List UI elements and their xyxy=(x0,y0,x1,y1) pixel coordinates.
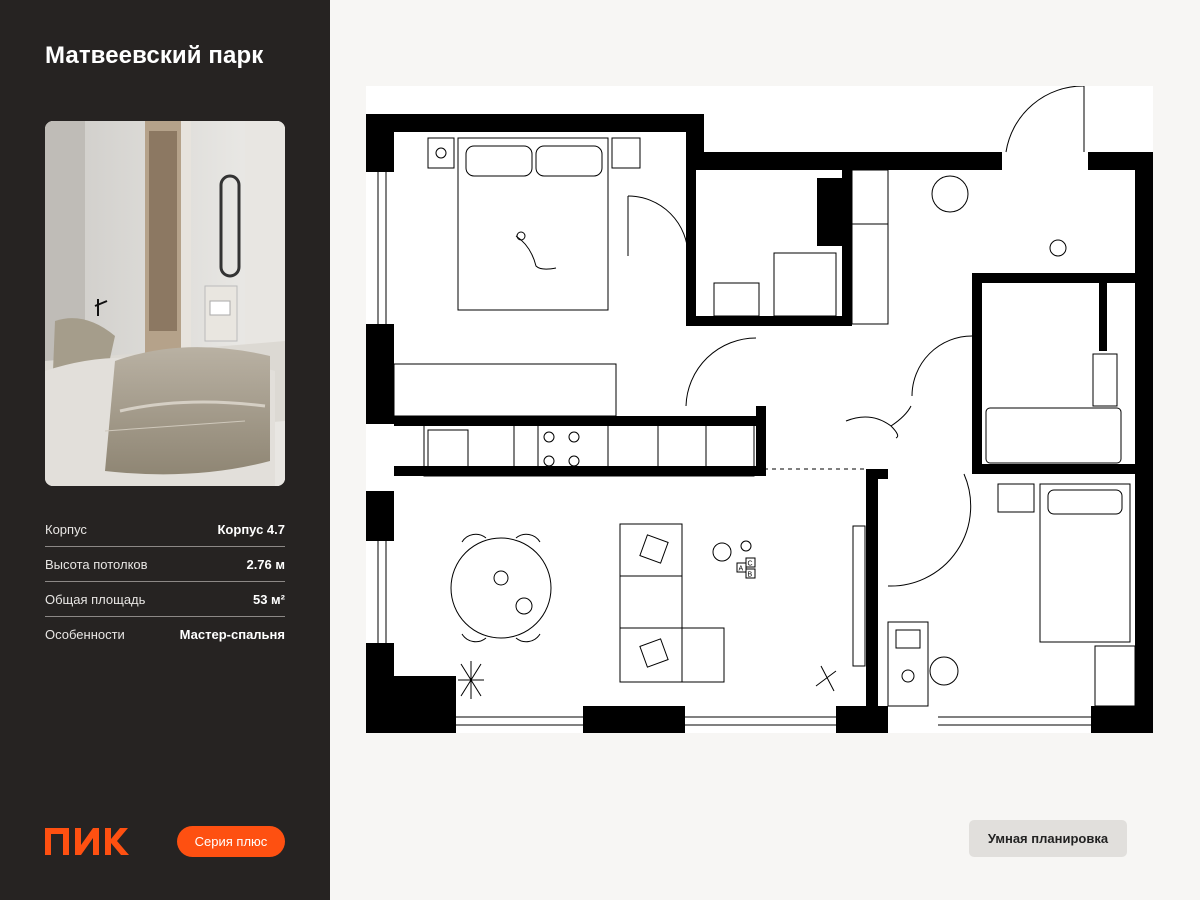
toy-block-label: C xyxy=(748,561,753,568)
spec-label: Высота потолков xyxy=(45,556,148,572)
spec-row-features: Особенности Мастер-спальня xyxy=(45,617,285,652)
smart-layout-badge: Умная планировка xyxy=(969,820,1127,857)
sidebar: Матвеевский парк Корпус Корпус 4.7 Высот… xyxy=(0,0,330,900)
spec-label: Общая площадь xyxy=(45,591,146,607)
spec-row-building: Корпус Корпус 4.7 xyxy=(45,512,285,547)
pik-logo[interactable] xyxy=(45,828,131,855)
spec-label: Особенности xyxy=(45,627,125,642)
spec-value: Мастер-спальня xyxy=(179,627,285,642)
spec-label: Корпус xyxy=(45,521,87,537)
spec-value: 2.76 м xyxy=(246,556,285,572)
spec-list: Корпус Корпус 4.7 Высота потолков 2.76 м… xyxy=(45,512,285,652)
floor-plan: A C B xyxy=(366,85,1153,733)
bedroom-photo xyxy=(45,121,285,486)
spec-row-total-area: Общая площадь 53 м² xyxy=(45,582,285,617)
toy-block-label: B xyxy=(748,572,753,579)
spec-value: Корпус 4.7 xyxy=(217,521,286,537)
toy-block-label: A xyxy=(739,566,744,573)
spec-value: 53 м² xyxy=(252,591,285,607)
project-title: Матвеевский парк xyxy=(45,42,264,69)
series-plus-button[interactable]: Серия плюс xyxy=(177,826,285,857)
spec-row-ceiling-height: Высота потолков 2.76 м xyxy=(45,547,285,582)
